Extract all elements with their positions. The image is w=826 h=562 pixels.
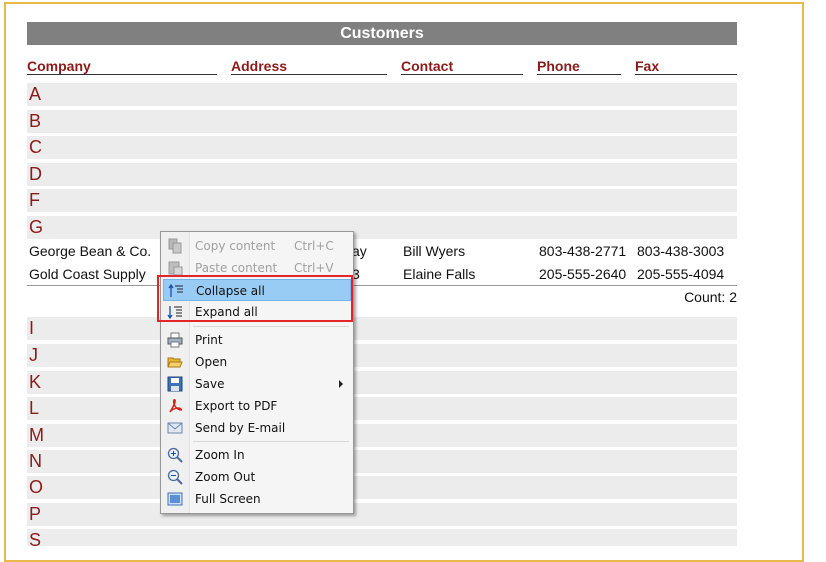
report-title: Customers bbox=[27, 22, 737, 45]
group-count: Count: 2 bbox=[684, 289, 737, 305]
menu-item-open[interactable]: Open bbox=[163, 351, 351, 373]
group-header[interactable]: B bbox=[27, 110, 737, 133]
group-letter: O bbox=[29, 477, 44, 497]
group-letter: D bbox=[29, 164, 42, 184]
context-menu: Copy content Ctrl+C Paste content Ctrl+V… bbox=[160, 231, 354, 514]
group-footer-divider bbox=[27, 285, 737, 286]
group-header[interactable]: C bbox=[27, 136, 737, 159]
group-letter: N bbox=[29, 451, 42, 471]
menu-separator bbox=[193, 326, 349, 327]
menu-item-full-screen[interactable]: Full Screen bbox=[163, 488, 351, 510]
column-header-phone: Phone bbox=[537, 58, 621, 75]
group-letter: G bbox=[29, 217, 44, 237]
page-margin bbox=[806, 0, 826, 546]
menu-item-label: Save bbox=[195, 377, 225, 391]
menu-item-label: Export to PDF bbox=[195, 399, 278, 413]
menu-item-copy-content[interactable]: Copy content Ctrl+C bbox=[163, 235, 351, 257]
group-letter: K bbox=[29, 372, 42, 392]
group-header[interactable]: M bbox=[27, 424, 737, 447]
menu-item-label: Zoom Out bbox=[195, 470, 256, 484]
menu-item-zoom-in[interactable]: Zoom In bbox=[163, 444, 351, 466]
folder-open-icon bbox=[167, 354, 183, 370]
group-letter: F bbox=[29, 190, 40, 210]
full-screen-icon bbox=[167, 491, 183, 507]
group-letter: C bbox=[29, 137, 42, 157]
menu-item-shortcut: Ctrl+V bbox=[294, 261, 334, 275]
group-letter: L bbox=[29, 398, 40, 418]
zoom-out-icon bbox=[167, 469, 183, 485]
address-cell: ay bbox=[352, 243, 367, 259]
group-header[interactable]: D bbox=[27, 163, 737, 186]
paste-icon bbox=[167, 260, 183, 276]
menu-item-label: Full Screen bbox=[195, 492, 261, 506]
menu-item-export-to-pdf[interactable]: Export to PDF bbox=[163, 395, 351, 417]
group-header[interactable]: S bbox=[27, 529, 737, 550]
column-header-fax: Fax bbox=[635, 58, 737, 75]
group-header[interactable]: O bbox=[27, 476, 737, 499]
group-letter: B bbox=[29, 111, 42, 131]
menu-item-label: Copy content bbox=[195, 239, 276, 253]
contact-cell: Elaine Falls bbox=[403, 266, 476, 282]
group-header[interactable]: K bbox=[27, 371, 737, 394]
menu-item-print[interactable]: Print bbox=[163, 329, 351, 351]
group-header[interactable]: A bbox=[27, 83, 737, 106]
submenu-arrow-icon bbox=[339, 380, 343, 388]
group-header[interactable]: N bbox=[27, 450, 737, 473]
menu-item-send-by-email[interactable]: Send by E-mail bbox=[163, 417, 351, 439]
envelope-icon bbox=[167, 420, 183, 436]
column-header-address: Address bbox=[231, 58, 387, 75]
group-letter: P bbox=[29, 504, 42, 524]
group-header[interactable]: L bbox=[27, 397, 737, 420]
group-letter: I bbox=[29, 318, 35, 338]
menu-item-label: Print bbox=[195, 333, 223, 347]
group-letter: S bbox=[29, 530, 42, 550]
column-header-company: Company bbox=[27, 58, 217, 75]
group-header[interactable]: J bbox=[27, 344, 737, 367]
group-header[interactable]: G bbox=[27, 216, 737, 239]
copy-icon bbox=[167, 238, 183, 254]
menu-item-save[interactable]: Save bbox=[163, 373, 351, 395]
menu-item-label: Send by E-mail bbox=[195, 421, 286, 435]
table-row: George Bean & Co. ay Bill Wyers 803-438-… bbox=[27, 240, 737, 262]
fax-cell: 803-438-3003 bbox=[637, 243, 725, 259]
menu-item-label: Paste content bbox=[195, 261, 278, 275]
company-cell: Gold Coast Supply bbox=[29, 266, 146, 282]
column-header-contact: Contact bbox=[401, 58, 523, 75]
menu-item-shortcut: Ctrl+C bbox=[294, 239, 334, 253]
zoom-in-icon bbox=[167, 447, 183, 463]
group-header[interactable]: F bbox=[27, 189, 737, 212]
phone-cell: 803-438-2771 bbox=[539, 243, 627, 259]
group-letter: M bbox=[29, 425, 44, 445]
group-letter: A bbox=[29, 84, 42, 104]
company-cell: George Bean & Co. bbox=[29, 243, 152, 259]
table-row: Gold Coast Supply 3 Elaine Falls 205-555… bbox=[27, 263, 737, 285]
highlight-callout-box bbox=[157, 275, 353, 322]
contact-cell: Bill Wyers bbox=[403, 243, 466, 259]
menu-item-label: Open bbox=[195, 355, 228, 369]
printer-icon bbox=[167, 332, 183, 348]
pdf-icon bbox=[167, 398, 183, 414]
menu-item-zoom-out[interactable]: Zoom Out bbox=[163, 466, 351, 488]
menu-item-label: Zoom In bbox=[195, 448, 245, 462]
floppy-disk-icon bbox=[167, 376, 183, 392]
group-header[interactable]: P bbox=[27, 503, 737, 526]
menu-separator bbox=[193, 441, 349, 442]
phone-cell: 205-555-2640 bbox=[539, 266, 627, 282]
fax-cell: 205-555-4094 bbox=[637, 266, 725, 282]
group-letter: J bbox=[29, 345, 38, 365]
group-header[interactable]: I bbox=[27, 317, 737, 340]
